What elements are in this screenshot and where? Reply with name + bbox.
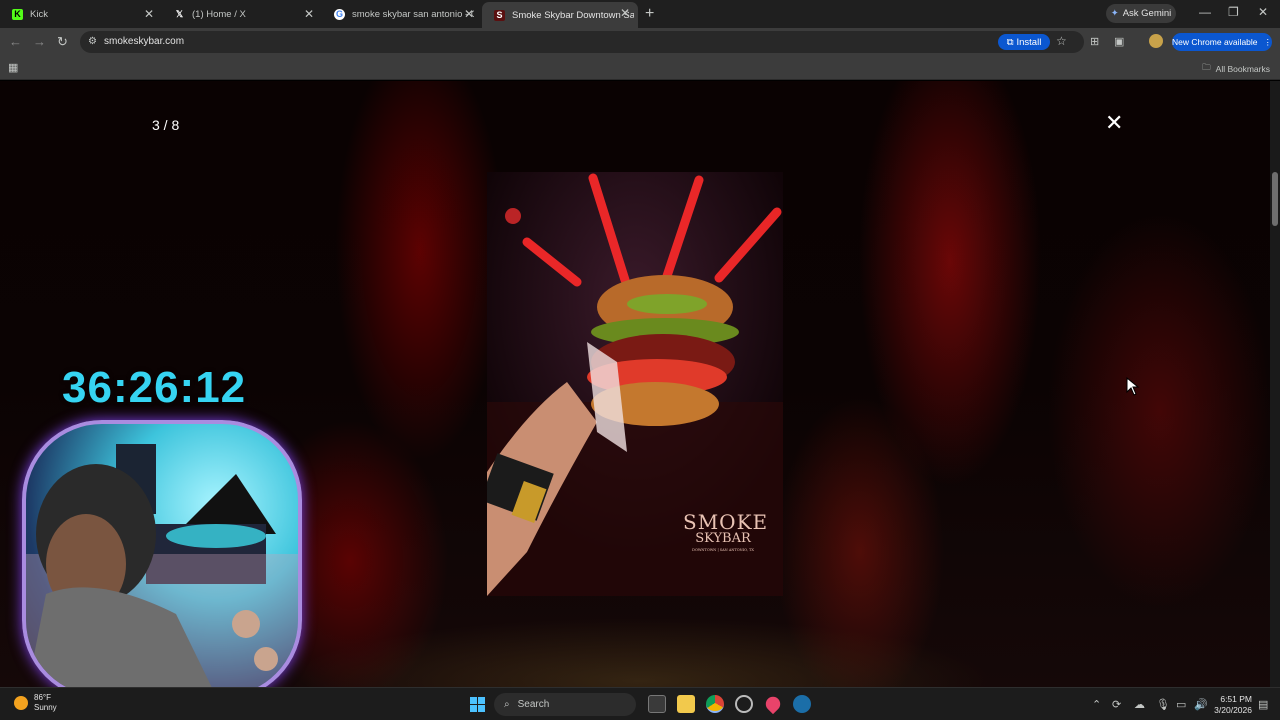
kick-icon: K <box>12 8 23 20</box>
close-tab-icon[interactable]: ✕ <box>304 8 314 20</box>
app-icon[interactable] <box>735 695 753 713</box>
taskbar-clock[interactable]: 6:51 PM 3/20/2026 <box>1214 694 1252 716</box>
tab-title: Smoke Skybar Downtown San A <box>512 9 634 21</box>
microphone-icon[interactable]: 🎙 <box>1156 698 1170 711</box>
profile-avatar[interactable] <box>1149 34 1163 48</box>
install-icon: ⧉ <box>1006 36 1014 48</box>
tab-title: smoke skybar san antonio - Go <box>352 8 474 20</box>
gallery-image: SMOKE SKYBAR DOWNTOWN | SAN ANTONIO, TX <box>487 172 783 596</box>
tab-kick[interactable]: K Kick ✕ <box>0 3 162 25</box>
scrollbar-thumb[interactable] <box>1272 172 1278 226</box>
extensions-icon[interactable]: ⊞ <box>1090 35 1099 48</box>
logo-subtitle: DOWNTOWN | SAN ANTONIO, TX <box>692 548 754 552</box>
tray-chevron-icon[interactable]: ⌃ <box>1092 698 1101 711</box>
new-chrome-available-button[interactable]: New Chrome available ⋮ <box>1172 33 1272 51</box>
new-chrome-label: New Chrome available <box>1172 37 1258 47</box>
bookmark-star-icon[interactable]: ☆ <box>1056 34 1067 48</box>
volume-icon[interactable]: 🔊 <box>1194 698 1208 711</box>
new-tab-button[interactable]: + <box>645 5 654 23</box>
network-icon[interactable]: ▭ <box>1176 698 1186 711</box>
smoke-skybar-logo: SMOKE SKYBAR DOWNTOWN | SAN ANTONIO, TX <box>683 510 767 552</box>
back-icon[interactable]: ← <box>9 34 22 49</box>
close-tab-icon[interactable]: ✕ <box>144 8 154 20</box>
image-counter: 3 / 8 <box>152 117 180 133</box>
chrome-icon[interactable] <box>706 695 724 713</box>
windows-start-icon[interactable] <box>470 697 485 712</box>
address-bar[interactable]: ⚙ smokeskybar.com ⧉ Install ☆ <box>80 31 1084 53</box>
restore-icon[interactable]: ❐ <box>1228 5 1239 19</box>
clock-time: 6:51 PM <box>1220 694 1252 704</box>
os-taskbar: 86°F Sunny ⌕ Search ⌃ ⟳ ☁ 🎙 ▭ 🔊 6:51 PM … <box>0 687 1280 720</box>
bookmarks-bar: ▦ 🗀 All Bookmarks <box>0 56 1280 80</box>
apps-grid-icon[interactable]: ▦ <box>8 61 18 74</box>
folder-icon: 🗀 <box>1202 62 1211 72</box>
gemini-label: Ask Gemini <box>1122 8 1172 19</box>
tab-x[interactable]: 𝕏 (1) Home / X ✕ <box>162 3 322 25</box>
install-label: Install <box>1016 36 1042 48</box>
file-explorer-icon[interactable] <box>677 695 695 713</box>
url-text: smokeskybar.com <box>104 36 185 47</box>
webcam-overlay <box>22 420 302 700</box>
tray-app-icon[interactable]: ⟳ <box>1112 698 1121 711</box>
clock-date: 3/20/2026 <box>1214 705 1252 715</box>
lightbox-close-icon[interactable]: ✕ <box>1105 112 1123 134</box>
tab-strip: K Kick ✕ 𝕏 (1) Home / X ✕ G smoke skybar… <box>0 0 1280 28</box>
tab-smoke-skybar[interactable]: S Smoke Skybar Downtown San A ✕ <box>482 2 638 28</box>
side-panel-icon[interactable]: ▣ <box>1114 35 1124 48</box>
kebab-menu-icon: ⋮ <box>1263 36 1273 47</box>
map-pin-icon[interactable] <box>762 693 784 715</box>
weather-condition: Sunny <box>34 703 57 712</box>
weather-widget[interactable]: 86°F Sunny <box>14 693 57 713</box>
google-icon: G <box>334 8 345 20</box>
notification-icon[interactable]: ▤ <box>1258 698 1268 711</box>
window-close-icon[interactable]: ✕ <box>1258 5 1268 19</box>
steam-icon[interactable] <box>793 695 811 713</box>
install-button[interactable]: ⧉ Install <box>998 34 1050 50</box>
reload-icon[interactable]: ↻ <box>57 34 68 50</box>
weather-temp: 86°F <box>34 693 51 702</box>
x-icon: 𝕏 <box>175 8 184 19</box>
tab-title: Kick <box>30 8 48 20</box>
minimize-icon[interactable]: — <box>1199 5 1211 19</box>
tab-title: (1) Home / X <box>192 8 246 20</box>
tab-google-search[interactable]: G smoke skybar san antonio - Go ✕ <box>322 3 482 25</box>
all-bookmarks-button[interactable]: 🗀 All Bookmarks <box>1202 62 1270 76</box>
browser-toolbar: ← → ↻ ⚙ smokeskybar.com ⧉ Install ☆ ⊞ ▣ … <box>0 28 1280 56</box>
webcam-feed <box>26 444 298 696</box>
smoke-icon: S <box>494 9 505 21</box>
pointer-cursor-icon <box>1126 377 1140 396</box>
forward-icon[interactable]: → <box>33 34 46 49</box>
task-view-icon[interactable] <box>648 695 666 713</box>
search-icon: ⌕ <box>504 699 510 710</box>
search-label: Search <box>517 699 550 710</box>
sparkle-icon: ✦ <box>1110 8 1119 19</box>
all-bookmarks-label: All Bookmarks <box>1215 64 1270 74</box>
close-tab-icon[interactable]: ✕ <box>620 7 630 19</box>
sun-icon <box>14 696 28 710</box>
onedrive-icon[interactable]: ☁ <box>1134 698 1145 711</box>
site-info-icon[interactable]: ⚙ <box>88 36 97 47</box>
stream-timer: 36:26:12 <box>62 363 247 412</box>
close-tab-icon[interactable]: ✕ <box>464 8 474 20</box>
taskbar-search[interactable]: ⌕ Search <box>494 693 636 716</box>
ask-gemini-button[interactable]: ✦ Ask Gemini <box>1106 4 1176 23</box>
